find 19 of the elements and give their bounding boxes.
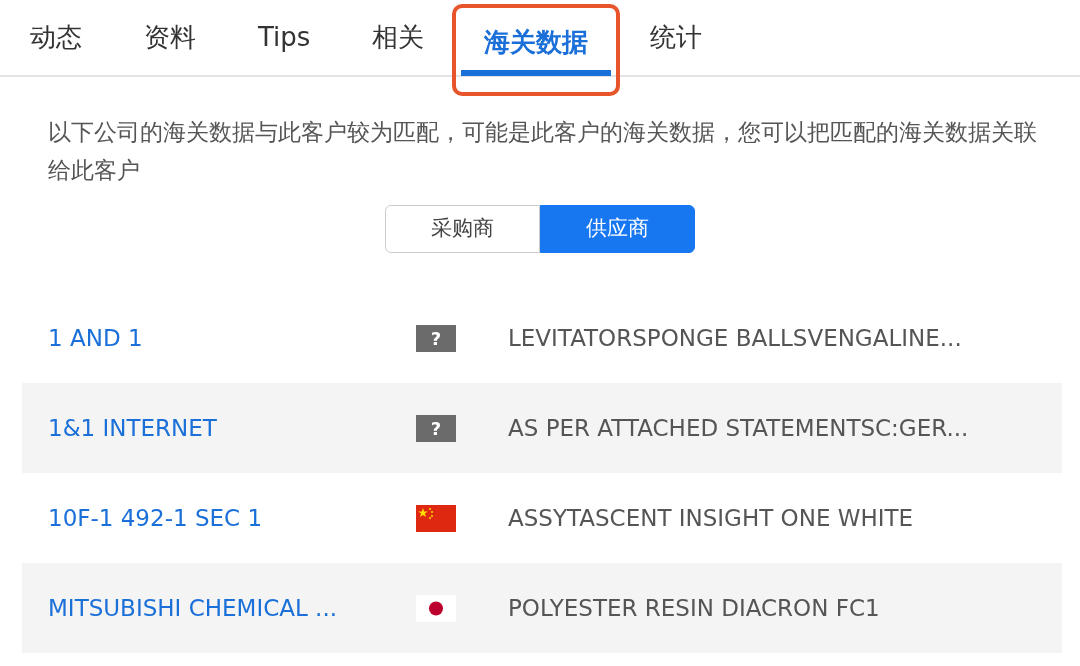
tab[interactable]: 海关数据 — [456, 8, 617, 76]
description-text: 以下公司的海关数据与此客户较为匹配，可能是此客户的海关数据，您可以把匹配的海关数据关联给此客户 — [47, 118, 1038, 185]
company-link[interactable]: 1&1 INTERNET — [22, 414, 217, 441]
tab[interactable]: Tips — [250, 0, 319, 75]
company-link[interactable]: 1 AND 1 — [22, 324, 143, 351]
segment-button[interactable]: 采购商 — [385, 205, 540, 253]
unknown-country-badge: ? — [416, 414, 456, 442]
product-text: ASSYTASCENT INSIGHT ONE WHITE — [508, 503, 914, 533]
segment-button[interactable]: 供应商 — [540, 205, 695, 253]
unknown-country-badge: ? — [416, 324, 456, 352]
tab[interactable]: 资料 — [136, 0, 204, 75]
company-link[interactable]: 10F-1 492-1 SEC 1 — [22, 504, 263, 531]
company-link[interactable]: MITSUBISHI CHEMICAL ... — [22, 594, 338, 621]
tab[interactable]: 相关 — [364, 0, 433, 75]
product-text: LEVITATORSPONGE BALLSVENGALINE... — [508, 323, 962, 353]
product-text: AS PER ATTACHED STATEMENTSC:GER... — [508, 413, 969, 443]
tab[interactable]: 动态 — [22, 0, 90, 75]
product-text: POLYESTER RESIN DIACRON FC1 — [508, 593, 880, 623]
tab[interactable]: 统计 — [642, 0, 711, 75]
